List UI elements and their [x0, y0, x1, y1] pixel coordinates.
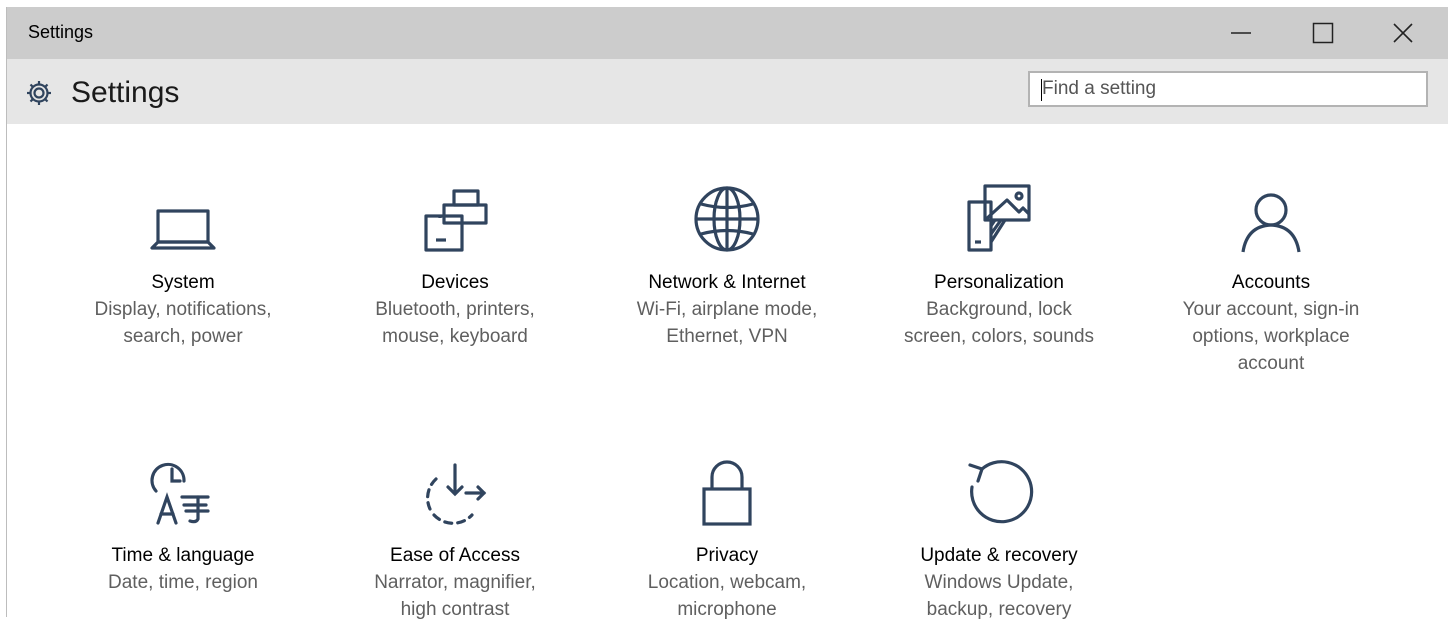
- category-name: Time & language: [111, 545, 255, 566]
- laptop-icon: [150, 209, 216, 250]
- category-description: Your account, sign-in: [1182, 299, 1360, 320]
- title-bar[interactable]: Settings: [7, 7, 1448, 59]
- settings-header: Settings: [7, 59, 1448, 124]
- category-name: Accounts: [1231, 272, 1311, 293]
- globe-icon: [694, 186, 760, 252]
- category-accounts[interactable]: Accounts Your account, sign-in options, …: [1161, 174, 1381, 377]
- maximize-icon: [1312, 22, 1334, 44]
- search-input[interactable]: [1028, 71, 1428, 107]
- person-icon: [1241, 193, 1301, 253]
- category-description: options, workplace: [1192, 326, 1350, 347]
- category-description: account: [1237, 353, 1305, 374]
- category-description: Narrator, magnifier,: [374, 572, 536, 593]
- category-description: screen, colors, sounds: [903, 326, 1095, 347]
- personalization-icon: [967, 184, 1031, 252]
- category-ease-of-access[interactable]: Ease of Access Narrator, magnifier, high…: [345, 447, 565, 623]
- category-description: Bluetooth, printers,: [375, 299, 535, 320]
- gear-icon: [27, 81, 51, 105]
- category-description: Ethernet, VPN: [666, 326, 788, 347]
- category-name: System: [151, 272, 215, 293]
- text-caret: [1041, 79, 1042, 101]
- maximize-button[interactable]: [1293, 7, 1353, 59]
- category-name: Update & recovery: [920, 545, 1078, 566]
- settings-window: Settings Settings Find a setting System …: [6, 7, 1448, 620]
- ease-of-access-icon: [426, 463, 487, 525]
- time-language-icon: [150, 462, 210, 525]
- category-description: mouse, keyboard: [382, 326, 528, 347]
- category-name: Personalization: [934, 272, 1064, 293]
- category-time-language[interactable]: Time & language Date, time, region: [73, 447, 293, 596]
- category-personalization[interactable]: Personalization Background, lock screen,…: [889, 174, 1109, 350]
- lock-icon: [702, 460, 752, 526]
- minimize-icon: [1231, 32, 1251, 34]
- category-update-recovery[interactable]: Update & recovery Windows Update, backup…: [889, 447, 1109, 623]
- category-description: backup, recovery: [926, 599, 1072, 620]
- category-description: Display, notifications,: [94, 299, 272, 320]
- window-title: Settings: [28, 22, 94, 42]
- category-privacy[interactable]: Privacy Location, webcam, microphone: [617, 447, 837, 623]
- category-devices[interactable]: Devices Bluetooth, printers, mouse, keyb…: [345, 174, 565, 350]
- category-description: Windows Update,: [924, 572, 1074, 593]
- devices-icon: [424, 189, 488, 252]
- close-icon: [1393, 23, 1413, 43]
- refresh-icon: [968, 460, 1034, 524]
- category-description: search, power: [123, 326, 243, 347]
- category-description: Wi-Fi, airplane mode,: [636, 299, 818, 320]
- category-description: Background, lock: [926, 299, 1072, 320]
- category-name: Devices: [421, 272, 489, 293]
- category-description: high contrast: [400, 599, 510, 620]
- minimize-button[interactable]: [1211, 7, 1271, 59]
- category-name: Privacy: [695, 545, 759, 566]
- category-description: microphone: [677, 599, 777, 620]
- category-name: Network & Internet: [648, 272, 806, 293]
- category-name: Ease of Access: [390, 545, 520, 566]
- category-system[interactable]: System Display, notifications, search, p…: [73, 174, 293, 350]
- category-description: Location, webcam,: [647, 572, 807, 593]
- category-description: Date, time, region: [108, 572, 258, 593]
- close-button[interactable]: [1373, 7, 1433, 59]
- page-title: Settings: [71, 76, 180, 109]
- category-network-internet[interactable]: Network & Internet Wi-Fi, airplane mode,…: [617, 174, 837, 350]
